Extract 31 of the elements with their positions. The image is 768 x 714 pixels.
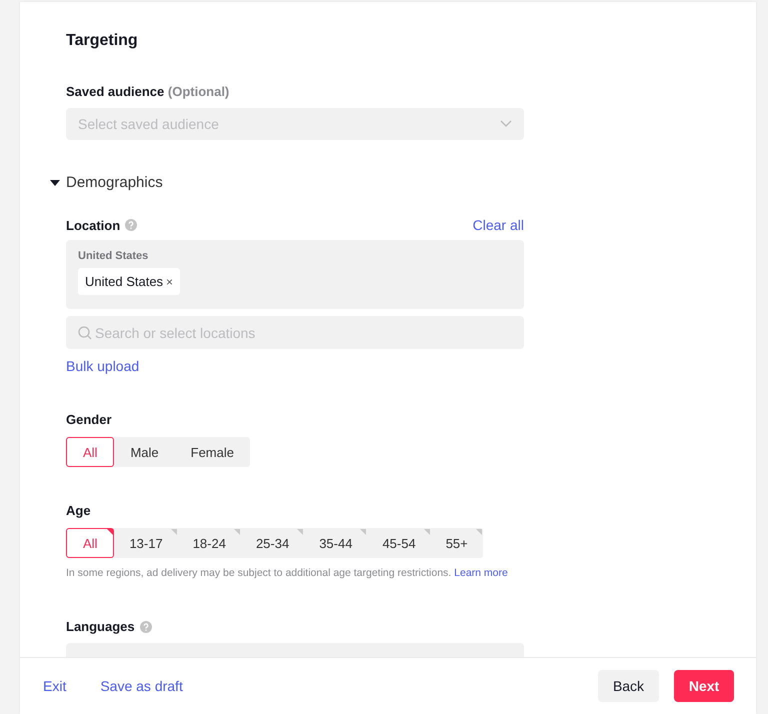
age-option[interactable]: 25-34 — [240, 528, 304, 558]
help-icon — [140, 620, 152, 632]
field-label: Gender — [66, 412, 113, 427]
clear-all-link[interactable]: Clear all — [472, 217, 524, 233]
help-icon — [125, 219, 138, 231]
gender-option[interactable]: Male — [114, 437, 175, 467]
field-label: Age — [66, 503, 92, 518]
field-label: Saved audience (Optional) — [66, 84, 230, 99]
back-button[interactable]: Back — [598, 670, 659, 702]
age-option[interactable]: 35-44 — [304, 528, 368, 558]
learn-more-link[interactable]: Learn more — [454, 567, 508, 579]
location-tag: United States × — [78, 268, 180, 295]
chevron-down-icon — [500, 120, 512, 128]
age-option[interactable]: 45-54 — [367, 528, 431, 558]
exit-link[interactable]: Exit — [43, 678, 66, 694]
group-label: United States — [78, 250, 150, 262]
age-note: In some regions, ad delivery may be subject to additional age targeting restrictions. Learn more — [66, 567, 509, 579]
remove-button[interactable]: × — [166, 274, 174, 288]
save-draft-link[interactable]: Save as draft — [100, 678, 183, 694]
next-button[interactable]: Next — [674, 670, 734, 702]
age-option[interactable]: All — [66, 528, 114, 558]
field-label: Languages — [66, 619, 135, 634]
demographics-toggle[interactable]: Demographics — [50, 174, 756, 191]
age-option[interactable]: 55+ — [430, 528, 483, 558]
age-option[interactable]: 13-17 — [114, 528, 178, 558]
gender-option[interactable]: Female — [174, 437, 250, 467]
field-label: Location — [66, 218, 120, 232]
section-title: Targeting — [66, 32, 139, 51]
age-option[interactable]: 18-24 — [178, 528, 241, 558]
bulk-upload-link[interactable]: Bulk upload — [66, 358, 140, 374]
gender-option[interactable]: All — [66, 437, 114, 467]
